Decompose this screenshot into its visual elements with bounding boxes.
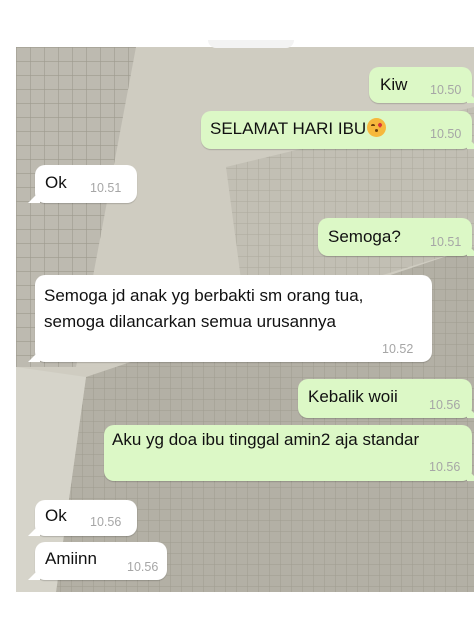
message-bubble-outgoing[interactable]: Semoga? 10.51	[318, 218, 474, 256]
message-text: Kebalik woii	[308, 387, 398, 406]
message-text: Kiw	[380, 75, 408, 94]
message-bubble-incoming[interactable]: Ok 10.51	[28, 165, 137, 203]
message-bubble-incoming[interactable]: Ok 10.56	[28, 500, 137, 536]
message-bubble-incoming[interactable]: Amiinn 10.56	[28, 542, 167, 580]
top-indicator	[208, 40, 294, 48]
message-text-line: semoga dilancarkan semua urusannya	[44, 312, 337, 331]
message-bubble-outgoing[interactable]: SELAMAT HARI IBU 10.50	[201, 111, 474, 149]
message-time: 10.56	[127, 560, 159, 574]
message-text-content: SELAMAT HARI IBU	[210, 119, 367, 138]
message-text: SELAMAT HARI IBU	[210, 116, 387, 142]
message-time: 10.52	[382, 342, 414, 356]
message-bubble-outgoing[interactable]: Kiw 10.50	[369, 67, 474, 103]
message-time: 10.56	[90, 515, 122, 529]
message-text: Ok	[45, 506, 67, 525]
message-time: 10.50	[430, 127, 462, 141]
message-text-line: Semoga jd anak yg berbakti sm orang tua,	[44, 286, 364, 305]
message-bubble-outgoing[interactable]: Aku yg doa ibu tinggal amin2 aja standar…	[104, 425, 474, 481]
message-text: Ok	[45, 173, 67, 192]
message-time: 10.51	[430, 235, 462, 249]
message-text: Aku yg doa ibu tinggal amin2 aja standar	[112, 430, 420, 449]
message-time: 10.50	[430, 83, 462, 97]
message-text: Semoga?	[328, 227, 401, 246]
message-text: Amiinn	[45, 549, 97, 568]
face-blowing-a-kiss-icon	[367, 118, 387, 137]
message-time: 10.56	[429, 398, 461, 412]
message-time: 10.51	[90, 181, 122, 195]
message-bubble-incoming[interactable]: Semoga jd anak yg berbakti sm orang tua,…	[28, 275, 432, 362]
message-bubble-outgoing[interactable]: Kebalik woii 10.56	[298, 379, 474, 418]
message-time: 10.56	[429, 460, 461, 474]
